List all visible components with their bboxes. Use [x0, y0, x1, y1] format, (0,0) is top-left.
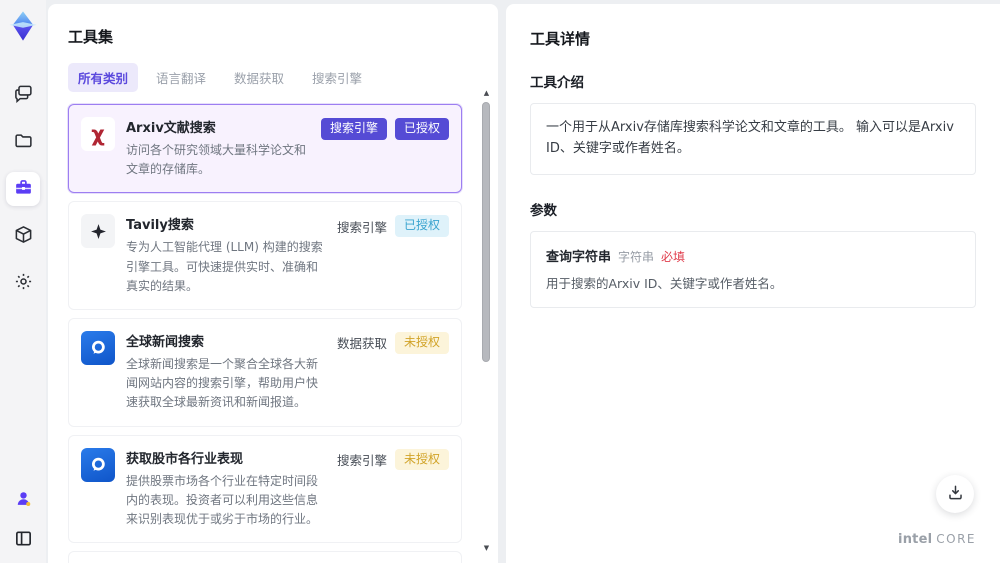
download-button[interactable]	[936, 475, 974, 513]
tool-description: 访问各个研究领域大量科学论文和文章的存储库。	[126, 143, 307, 177]
tool-details-panel: 工具详情 工具介绍 一个用于从Arxiv存储库搜索科学论文和文章的工具。 输入可…	[506, 4, 1000, 563]
cube-icon	[14, 225, 33, 248]
intro-heading: 工具介绍	[530, 75, 584, 91]
scrollbar-down-arrow[interactable]: ▼	[481, 543, 492, 553]
list-scrollbar[interactable]: ▲ ▼	[481, 88, 492, 553]
tool-title: 全球新闻搜索	[126, 334, 205, 350]
details-title: 工具详情	[530, 30, 591, 48]
parameter-header: 查询字符串 字符串 必填	[546, 246, 960, 265]
scrollbar-thumb[interactable]	[482, 102, 490, 363]
brand-intel: intel	[898, 532, 933, 547]
tool-card-arxiv[interactable]: χ Arxiv文献搜索 访问各个研究领域大量科学论文和文章的存储库。 搜索引擎 …	[68, 104, 462, 194]
user-icon	[14, 489, 33, 512]
sidebar-item-packages[interactable]	[6, 219, 40, 253]
intel-core-logo: intel core	[898, 532, 976, 547]
sidebar-item-toolbox[interactable]	[6, 172, 40, 206]
parameter-required-flag: 必填	[661, 249, 686, 264]
parameter-name: 查询字符串	[546, 249, 612, 265]
tab-data-fetch[interactable]: 数据获取	[224, 63, 294, 92]
toolbox-icon	[14, 178, 33, 201]
tool-title: Arxiv文献搜索	[126, 121, 216, 136]
tool-card-main: Tavily搜索 专为人工智能代理 (LLM) 构建的搜索引擎工具。可快速提供实…	[126, 214, 326, 296]
category-label: 搜索引擎	[336, 219, 387, 235]
news-app-icon	[81, 330, 115, 365]
tool-description: 全球新闻搜索是一个聚合全球各大新闻网站内容的搜索引擎，帮助用户快速获取全球最新资…	[126, 356, 319, 410]
tool-title: Tavily搜索	[126, 218, 194, 234]
sidebar-item-settings[interactable]	[6, 266, 40, 300]
params-heading: 参数	[530, 202, 557, 219]
toolbox-panel: 工具集 所有类别 语言翻译 数据获取 搜索引擎 χ Arxiv文献搜索 访问各个…	[48, 4, 498, 563]
auth-status-badge: 已授权	[394, 215, 449, 237]
scrollbar-up-arrow[interactable]: ▲	[481, 88, 492, 98]
chat-icon	[14, 84, 33, 107]
tool-description: 专为人工智能代理 (LLM) 构建的搜索引擎工具。可快速提供实时、准确和真实的结…	[126, 240, 323, 293]
intro-text-box: 一个用于从Arxiv存储库搜索科学论文和文章的工具。 输入可以是Arxiv ID…	[530, 103, 976, 175]
arxiv-logo-icon: χ	[81, 117, 115, 151]
tab-search-engine[interactable]: 搜索引擎	[302, 63, 372, 92]
sidebar-item-chat[interactable]	[6, 78, 40, 112]
gear-icon	[14, 272, 33, 295]
sidebar-item-collapse[interactable]	[6, 523, 40, 557]
sidebar-item-files[interactable]	[6, 125, 40, 159]
parameter-type: 字符串	[618, 249, 655, 264]
folder-icon	[14, 131, 33, 154]
finance-app-icon	[81, 447, 115, 482]
brand-core: core	[936, 532, 976, 546]
tool-card-main: 全球新闻搜索 全球新闻搜索是一个聚合全球各大新闻网站内容的搜索引擎，帮助用户快速…	[126, 331, 326, 413]
tool-card-global-news[interactable]: 全球新闻搜索 全球新闻搜索是一个聚合全球各大新闻网站内容的搜索引擎，帮助用户快速…	[68, 317, 462, 427]
tool-card-main: Arxiv文献搜索 访问各个研究领域大量科学论文和文章的存储库。	[126, 117, 310, 179]
tool-card-badges: 搜索引擎 已授权	[320, 118, 449, 140]
sidebar-item-user[interactable]	[6, 483, 40, 517]
app-logo	[5, 8, 41, 44]
sidebar-rail	[0, 0, 46, 563]
tool-card-active-stocks[interactable]: 获取市场最活跃股票信息 提供当天交易量最高的股票列表，投资者可以利用这些信息来识…	[68, 551, 462, 563]
auth-status-badge: 已授权	[394, 118, 449, 140]
tool-list: χ Arxiv文献搜索 访问各个研究领域大量科学论文和文章的存储库。 搜索引擎 …	[68, 104, 478, 563]
category-badge: 搜索引擎	[320, 118, 387, 140]
category-label: 搜索引擎	[336, 452, 387, 468]
panel-toggle-icon	[14, 529, 33, 552]
tool-card-badges: 搜索引擎 已授权	[337, 215, 449, 237]
tab-all-categories[interactable]: 所有类别	[68, 63, 139, 92]
tool-card-tavily[interactable]: Tavily搜索 专为人工智能代理 (LLM) 构建的搜索引擎工具。可快速提供实…	[68, 201, 462, 310]
parameter-description: 用于搜索的Arxiv ID、关键字或作者姓名。	[546, 275, 783, 291]
category-tabs: 所有类别 语言翻译 数据获取 搜索引擎	[68, 63, 478, 92]
tool-card-badges: 数据获取 未授权	[336, 331, 449, 354]
download-icon	[947, 484, 964, 505]
tool-description: 提供股票市场各个行业在特定时间段内的表现。投资者可以利用这些信息来识别表现优于或…	[126, 473, 319, 526]
parameter-card: 查询字符串 字符串 必填 用于搜索的Arxiv ID、关键字或作者姓名。	[530, 230, 976, 309]
category-label: 数据获取	[336, 336, 387, 352]
tool-card-sector-performance[interactable]: 获取股市各行业表现 提供股票市场各个行业在特定时间段内的表现。投资者可以利用这些…	[68, 434, 462, 544]
auth-status-badge: 未授权	[394, 331, 449, 354]
tool-card-badges: 搜索引擎 未授权	[336, 448, 449, 471]
tool-card-main: 获取股市各行业表现 提供股票市场各个行业在特定时间段内的表现。投资者可以利用这些…	[126, 448, 326, 530]
tool-title: 获取股市各行业表现	[126, 451, 244, 467]
tavily-star-icon	[81, 214, 115, 249]
auth-status-badge: 未授权	[394, 448, 449, 471]
page-title: 工具集	[68, 28, 114, 46]
tab-language-translation[interactable]: 语言翻译	[146, 63, 216, 92]
